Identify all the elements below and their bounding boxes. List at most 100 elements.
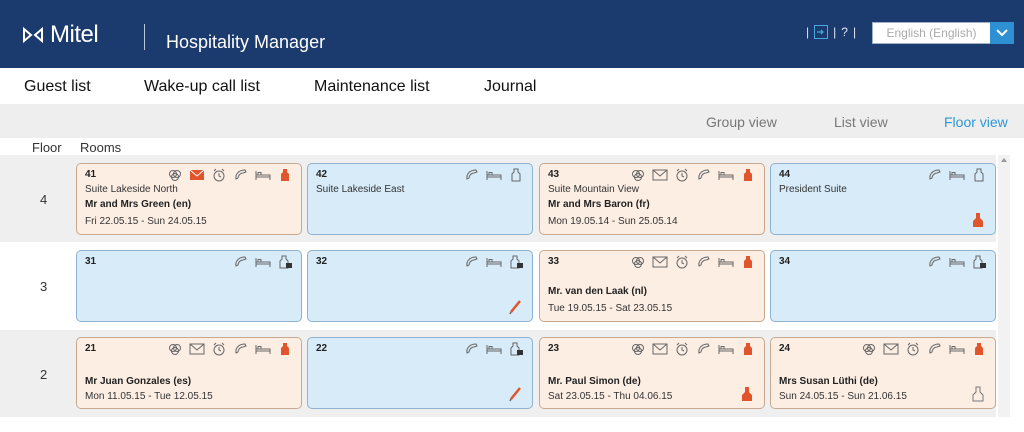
minibar-icon [863,344,875,355]
room-name: Suite Mountain View [548,184,639,195]
list-view-tab[interactable]: List view [834,114,888,130]
room-card-32[interactable]: 32 [307,250,533,322]
minibar-icon [632,257,644,268]
nav-maintenance-list[interactable]: Maintenance list [314,78,430,96]
room-number: 21 [85,343,97,354]
maintenance-icon [509,300,521,315]
phone-icon [235,169,247,180]
header-tools: | | ? | [801,25,861,39]
cleaning-locked-icon [973,255,986,269]
stay-dates: Fri 22.05.15 - Sun 24.05.15 [85,216,207,227]
phone-icon [235,343,247,354]
cleaning-locked-icon [279,255,292,269]
minibar-icon [632,170,644,181]
cleaning-status-icon [974,168,984,182]
room-number: 22 [316,343,328,354]
guest-name: Mr. Paul Simon (de) [548,376,641,387]
stay-dates: Sat 23.05.15 - Thu 04.06.15 [548,391,673,402]
housekeeping-icon [973,213,983,227]
room-card-21[interactable]: 21 Mr Juan Gonzales (es) Mon 11.05.15 - … [76,337,302,409]
housekeeping-outline-icon [972,386,984,402]
view-switcher: Group view List view Floor view [0,104,1024,138]
room-name: Suite Lakeside East [316,184,405,195]
app-header: Mitel Hospitality Manager | | ? | Englis… [0,0,1024,68]
bed-icon [255,345,271,354]
app-title: Hospitality Manager [166,32,326,52]
main-nav: Guest list Wake-up call list Maintenance… [0,68,1024,104]
phone-icon [929,256,941,267]
phone-icon [466,256,478,267]
bed-icon [255,258,271,267]
room-number: 44 [779,169,791,180]
message-icon [189,169,205,180]
nav-journal[interactable]: Journal [484,78,536,96]
bed-icon [949,258,965,267]
floor-view-tab[interactable]: Floor view [944,114,1008,130]
room-card-44[interactable]: 44 President Suite [770,163,996,235]
nav-wakeup-call-list[interactable]: Wake-up call list [144,78,260,96]
alarm-clock-icon [676,342,688,356]
bed-icon [486,258,502,267]
room-number: 23 [548,343,560,354]
room-number: 43 [548,169,560,180]
alarm-clock-icon [676,255,688,269]
alarm-clock-icon [213,168,225,182]
scroll-up-arrow-icon[interactable] [1001,158,1007,162]
bed-icon [718,345,734,354]
room-name: President Suite [779,184,847,195]
alarm-clock-icon [213,342,225,356]
room-card-23[interactable]: 23 Mr. Paul Simon (de) Sat 23.05.15 - Th… [539,337,765,409]
room-number: 34 [779,256,791,267]
help-link[interactable]: ? [841,25,848,39]
phone-icon [466,169,478,180]
guest-name: Mr Juan Gonzales (es) [85,376,192,387]
floor-number: 2 [40,367,48,382]
logout-icon[interactable] [814,25,829,39]
tool-separator: | [833,25,837,39]
housekeeping-icon [742,387,752,401]
cleaning-status-icon [975,343,983,355]
vertical-scrollbar[interactable] [998,155,1010,417]
phone-icon [698,256,710,267]
bed-icon [949,171,965,180]
bed-icon [486,171,502,180]
room-card-22[interactable]: 22 [307,337,533,409]
minibar-icon [169,344,181,355]
stay-dates: Mon 19.05.14 - Sun 25.05.14 [548,216,678,227]
cleaning-locked-icon [510,255,523,269]
message-icon [652,169,668,181]
group-view-tab[interactable]: Group view [706,114,777,130]
cleaning-status-icon [744,169,752,181]
cleaning-status-icon [744,343,752,355]
cleaning-status-icon [511,168,521,182]
room-number: 41 [85,169,97,180]
language-select[interactable]: English (English) [872,22,1014,44]
alarm-clock-icon [676,168,688,182]
bed-icon [718,258,734,267]
nav-guest-list[interactable]: Guest list [24,78,91,96]
floor-grid: 4 3 2 41 Suite Lakeside North Mr and Mrs… [0,155,996,417]
room-number: 24 [779,343,791,354]
chevron-down-icon [996,29,1008,37]
mitel-logo-icon [23,26,43,44]
room-card-34[interactable]: 34 [770,250,996,322]
bed-icon [949,345,965,354]
room-card-42[interactable]: 42 Suite Lakeside East [307,163,533,235]
maintenance-icon [509,387,521,402]
language-dropdown-button[interactable] [990,22,1014,44]
phone-icon [929,169,941,180]
tool-separator: | [852,25,857,39]
room-card-43[interactable]: 43 Suite Mountain View Mr and Mrs Baron … [539,163,765,235]
room-card-41[interactable]: 41 Suite Lakeside North Mr and Mrs Green… [76,163,302,235]
minibar-icon [169,170,181,181]
room-card-24[interactable]: 24 Mrs Susan Lüthi (de) Sun 24.05.15 - S… [770,337,996,409]
bed-icon [718,171,734,180]
room-card-31[interactable]: 31 [76,250,302,322]
stay-dates: Sun 24.05.15 - Sun 21.06.15 [779,391,907,402]
bed-icon [255,171,271,180]
room-number: 32 [316,256,328,267]
cleaning-locked-icon [510,342,523,356]
mitel-logo: Mitel [22,21,99,49]
phone-icon [466,343,478,354]
room-card-33[interactable]: 33 Mr. van den Laak (nl) Tue 19.05.15 - … [539,250,765,322]
